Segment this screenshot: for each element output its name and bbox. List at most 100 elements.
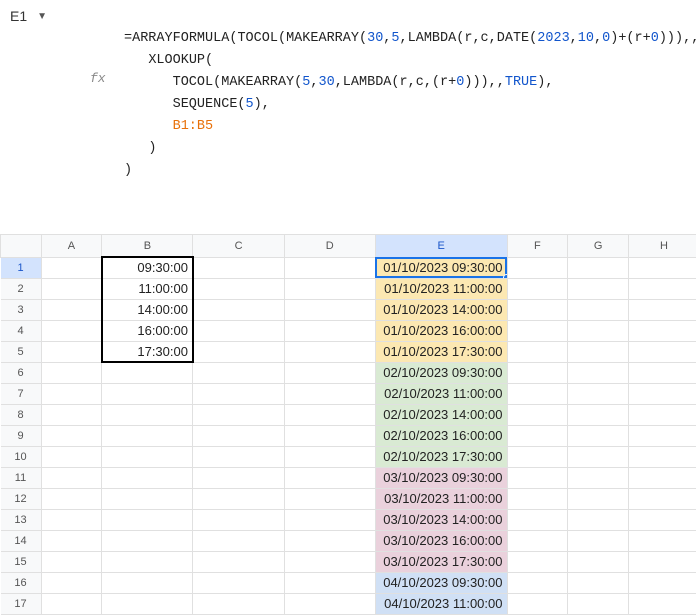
cell-G16[interactable] [568,572,629,593]
cell-B9[interactable] [102,425,193,446]
cell-D14[interactable] [284,530,375,551]
cell-D12[interactable] [284,488,375,509]
cell-A4[interactable] [41,320,102,341]
cell-G5[interactable] [568,341,629,362]
cell-H17[interactable] [629,593,696,614]
row-header[interactable]: 8 [1,404,42,425]
formula-input[interactable]: =ARRAYFORMULA(TOCOL(MAKEARRAY(30,5,LAMBD… [118,4,696,226]
cell-F3[interactable] [507,299,568,320]
cell-G6[interactable] [568,362,629,383]
cell-G2[interactable] [568,278,629,299]
cell-C7[interactable] [193,383,284,404]
row-header[interactable]: 14 [1,530,42,551]
col-header-B[interactable]: B [102,235,193,257]
cell-D15[interactable] [284,551,375,572]
cell-H14[interactable] [629,530,696,551]
cell-H10[interactable] [629,446,696,467]
cell-C17[interactable] [193,593,284,614]
cell-G7[interactable] [568,383,629,404]
cell-B7[interactable] [102,383,193,404]
spreadsheet-grid[interactable]: A B C D E F G H 109:30:0001/10/2023 09:3… [0,235,696,615]
cell-G11[interactable] [568,467,629,488]
cell-F11[interactable] [507,467,568,488]
row-header[interactable]: 10 [1,446,42,467]
cell-H6[interactable] [629,362,696,383]
cell-B13[interactable] [102,509,193,530]
cell-C2[interactable] [193,278,284,299]
row-header[interactable]: 13 [1,509,42,530]
fill-handle[interactable] [503,274,508,279]
cell-C14[interactable] [193,530,284,551]
cell-A17[interactable] [41,593,102,614]
cell-A12[interactable] [41,488,102,509]
cell-B14[interactable] [102,530,193,551]
cell-F2[interactable] [507,278,568,299]
cell-D9[interactable] [284,425,375,446]
cell-F14[interactable] [507,530,568,551]
cell-E11[interactable]: 03/10/2023 09:30:00 [375,467,507,488]
cell-F9[interactable] [507,425,568,446]
row-header[interactable]: 1 [1,257,42,278]
cell-D2[interactable] [284,278,375,299]
cell-H2[interactable] [629,278,696,299]
cell-B6[interactable] [102,362,193,383]
cell-B4[interactable]: 16:00:00 [102,320,193,341]
cell-D4[interactable] [284,320,375,341]
cell-E1[interactable]: 01/10/2023 09:30:00 [375,257,507,278]
row-header[interactable]: 3 [1,299,42,320]
name-box-wrap[interactable]: E1 ▼ [0,4,110,26]
cell-H7[interactable] [629,383,696,404]
cell-D3[interactable] [284,299,375,320]
cell-E2[interactable]: 01/10/2023 11:00:00 [375,278,507,299]
cell-A2[interactable] [41,278,102,299]
cell-B2[interactable]: 11:00:00 [102,278,193,299]
name-box[interactable]: E1 [6,6,31,26]
cell-G10[interactable] [568,446,629,467]
cell-H12[interactable] [629,488,696,509]
cell-B8[interactable] [102,404,193,425]
cell-E16[interactable]: 04/10/2023 09:30:00 [375,572,507,593]
cell-B11[interactable] [102,467,193,488]
cell-H8[interactable] [629,404,696,425]
col-header-H[interactable]: H [629,235,696,257]
cell-A9[interactable] [41,425,102,446]
cell-H16[interactable] [629,572,696,593]
cell-C8[interactable] [193,404,284,425]
cell-B1[interactable]: 09:30:00 [102,257,193,278]
row-header[interactable]: 6 [1,362,42,383]
cell-F15[interactable] [507,551,568,572]
cell-H5[interactable] [629,341,696,362]
cell-F1[interactable] [507,257,568,278]
cell-D11[interactable] [284,467,375,488]
cell-A8[interactable] [41,404,102,425]
cell-H11[interactable] [629,467,696,488]
row-header[interactable]: 12 [1,488,42,509]
cell-A14[interactable] [41,530,102,551]
row-header[interactable]: 11 [1,467,42,488]
row-header[interactable]: 9 [1,425,42,446]
col-header-D[interactable]: D [284,235,375,257]
row-header[interactable]: 17 [1,593,42,614]
cell-B17[interactable] [102,593,193,614]
select-all-corner[interactable] [1,235,42,257]
cell-D16[interactable] [284,572,375,593]
cell-C10[interactable] [193,446,284,467]
row-header[interactable]: 16 [1,572,42,593]
cell-F4[interactable] [507,320,568,341]
cell-A1[interactable] [41,257,102,278]
cell-E13[interactable]: 03/10/2023 14:00:00 [375,509,507,530]
cell-G9[interactable] [568,425,629,446]
cell-A10[interactable] [41,446,102,467]
cell-E9[interactable]: 02/10/2023 16:00:00 [375,425,507,446]
cell-G17[interactable] [568,593,629,614]
cell-F16[interactable] [507,572,568,593]
cell-A11[interactable] [41,467,102,488]
cell-C4[interactable] [193,320,284,341]
cell-C9[interactable] [193,425,284,446]
row-header[interactable]: 2 [1,278,42,299]
cell-E17[interactable]: 04/10/2023 11:00:00 [375,593,507,614]
cell-D8[interactable] [284,404,375,425]
cell-E8[interactable]: 02/10/2023 14:00:00 [375,404,507,425]
col-header-F[interactable]: F [507,235,568,257]
cell-F8[interactable] [507,404,568,425]
